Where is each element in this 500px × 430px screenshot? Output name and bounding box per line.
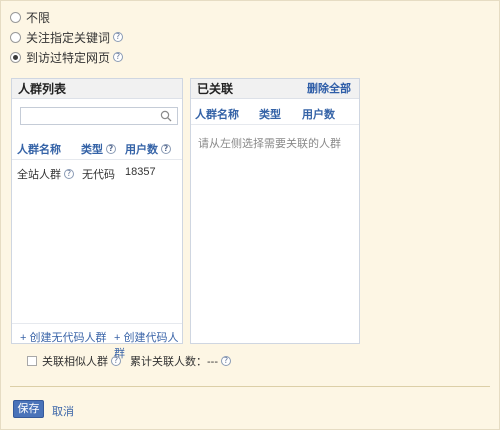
save-button[interactable]: 保存 [13, 400, 44, 418]
column-header-users: 用户数 [302, 109, 335, 121]
create-no-code-audience-link[interactable]: + 创建无代码人群 [20, 329, 106, 345]
empty-hint-text: 请从左侧选择需要关联的人群 [198, 138, 341, 150]
column-header-users: 用户数? [125, 141, 171, 157]
targeting-settings-panel: 不限 关注指定关键词 ? 到访过特定网页 ? 人群列表 人群名称 类型? 用户数… [0, 0, 500, 430]
help-icon[interactable]: ? [161, 144, 171, 154]
audience-search-input[interactable] [20, 107, 178, 125]
column-header-name: 人群名称 [17, 144, 61, 156]
similar-audience-checkbox[interactable] [27, 356, 37, 366]
column-header-type-label: 类型 [81, 144, 103, 156]
total-label: 累计关联人数： [130, 356, 207, 368]
header-divider [12, 159, 182, 160]
help-icon[interactable]: ? [113, 52, 124, 62]
radio-label: 不限 [26, 10, 51, 25]
cancel-link[interactable]: 取消 [52, 403, 74, 419]
similar-audience-label: 关联相似人群 [42, 356, 108, 368]
section-divider [10, 386, 490, 387]
radio-option-visited-pages[interactable]: 到访过特定网页 ? [10, 49, 124, 65]
help-icon[interactable]: ? [221, 356, 231, 366]
linked-panel-title: 已关联 [197, 82, 234, 96]
linked-audience-panel: 已关联 删除全部 人群名称 类型 用户数 请从左侧选择需要关联的人群 [190, 78, 360, 344]
help-icon[interactable]: ? [106, 144, 116, 154]
help-icon[interactable]: ? [64, 169, 74, 179]
total-value: --- [207, 356, 218, 368]
row-audience-type: 无代码 [82, 169, 115, 181]
radio-option-unlimited[interactable]: 不限 [10, 9, 50, 25]
linked-panel-header: 已关联 删除全部 [191, 79, 359, 99]
delete-all-link[interactable]: 删除全部 [307, 79, 351, 99]
search-icon[interactable] [160, 110, 172, 122]
column-header-type: 类型? [81, 141, 116, 157]
help-icon[interactable]: ? [113, 32, 124, 42]
row-audience-name: 全站人群? [17, 166, 74, 182]
radio-button-selected[interactable] [10, 51, 21, 63]
radio-button[interactable] [10, 31, 21, 43]
column-header-users-label: 用户数 [125, 144, 158, 156]
column-header-name: 人群名称 [195, 109, 239, 121]
similar-audience-option[interactable]: 关联相似人群? [27, 353, 121, 369]
column-header-type: 类型 [259, 109, 281, 121]
radio-label: 到访过特定网页 [26, 50, 111, 65]
radio-button[interactable] [10, 11, 21, 23]
header-divider [191, 124, 359, 125]
row-name-text: 全站人群 [17, 169, 61, 181]
radio-option-keywords[interactable]: 关注指定关键词 ? [10, 29, 124, 45]
help-icon[interactable]: ? [111, 356, 121, 366]
radio-label: 关注指定关键词 [26, 30, 111, 45]
row-audience-users: 18357 [125, 166, 156, 178]
total-linked-count: 累计关联人数：---? [130, 353, 231, 369]
audience-list-title: 人群列表 [12, 79, 182, 99]
audience-list-panel: 人群列表 人群名称 类型? 用户数? 全站人群? 无代码 18357 + 创建无… [11, 78, 183, 360]
footer-divider [12, 323, 182, 324]
